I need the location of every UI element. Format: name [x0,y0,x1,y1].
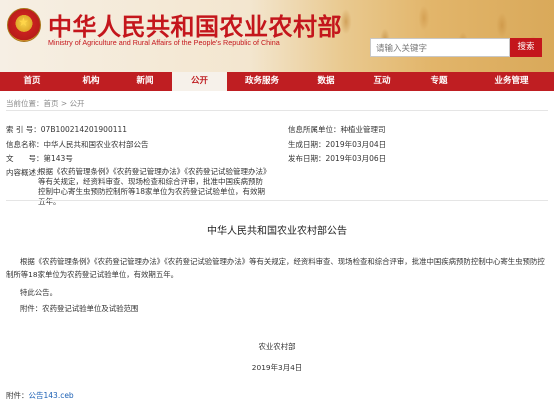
nav-item-home[interactable]: 首页 [0,72,64,91]
document-body: 根据《农药管理条例》《农药登记管理办法》《农药登记试验管理办法》等有关规定，经资… [6,257,545,279]
dept-row: 信息所属单位：种植业管理司 [288,124,386,135]
search-input[interactable] [370,38,510,57]
nav-item-public[interactable]: 公开 [172,72,227,91]
summary-text: 根据《农药管理条例》《农药登记管理办法》《农药登记试验管理办法》等有关规定，经资… [38,167,267,206]
issuing-org: 农业农村部 [258,342,296,351]
breadcrumb-home[interactable]: 首页 [44,99,59,108]
search-button[interactable]: 搜索 [510,38,542,57]
attachment-row: 附件：公告143.ceb [6,390,74,401]
index-number-row: 索 引 号：07B100214201900111 [6,124,127,135]
info-name-label: 信息名称： [6,140,44,149]
index-number-value: 07B100214201900111 [40,125,128,134]
breadcrumb: 当前位置：首页 > 公开 [6,98,85,109]
publish-date-row: 发布日期：2019年03月06日 [288,153,386,164]
generated-date-label: 生成日期： [288,140,326,149]
national-emblem-icon[interactable]: ★ [7,8,41,42]
attachment-label: 附件： [6,391,29,400]
header-banner: ★ 中华人民共和国农业农村部 Ministry of Agriculture a… [0,0,554,72]
doc-number-label: 文 号： [6,154,44,163]
breadcrumb-separator: > [58,99,70,108]
issue-date: 2019年3月4日 [251,363,303,372]
attachment-link[interactable]: 公告143.ceb [29,391,74,400]
divider [6,200,548,201]
site-title[interactable]: 中华人民共和国农业农村部 [48,7,342,42]
generated-date-row: 生成日期：2019年03月04日 [288,139,386,150]
breadcrumb-current[interactable]: 公开 [70,99,85,108]
nav-item-news[interactable]: 新闻 [118,72,172,91]
index-number-label: 索 引 号： [6,125,41,134]
nav-item-data[interactable]: 数据 [297,72,355,91]
nav-item-interaction[interactable]: 互动 [355,72,409,91]
info-name-value: 中华人民共和国农业农村部公告 [43,140,149,149]
dept-label: 信息所属单位： [288,125,341,134]
announcement-closing: 特此公告。 [20,288,57,297]
attachment-note: 附件：农药登记试验单位及试验范围 [20,304,139,313]
nav-item-topics[interactable]: 专题 [409,72,469,91]
doc-number-value: 第143号 [43,154,73,163]
info-name-row: 信息名称：中华人民共和国农业农村部公告 [6,139,149,150]
dept-value: 种植业管理司 [340,125,386,134]
document-title: 中华人民共和国农业农村部公告 [207,226,347,237]
doc-number-row: 文 号：第143号 [6,153,73,164]
nav-item-institutions[interactable]: 机构 [64,72,118,91]
generated-date-value: 2019年03月04日 [325,140,387,149]
publish-date-value: 2019年03月06日 [325,154,387,163]
site-title-english: Ministry of Agriculture and Rural Affair… [48,38,280,47]
publish-date-label: 发布日期： [288,154,326,163]
divider [6,110,548,111]
main-nav: 首页 机构 新闻 公开 政务服务 数据 互动 专题 业务管理 [0,72,554,91]
breadcrumb-prefix: 当前位置： [6,99,44,108]
nav-item-services[interactable]: 政务服务 [227,72,297,91]
nav-item-business[interactable]: 业务管理 [469,72,554,91]
